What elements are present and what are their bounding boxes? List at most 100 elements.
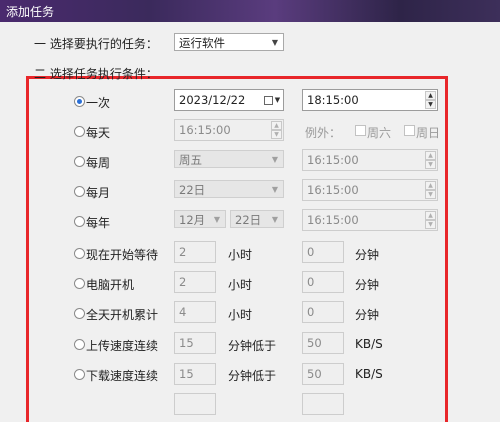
- weekly-day-value: 周五: [179, 153, 202, 167]
- radio-boot[interactable]: [74, 278, 85, 289]
- spin-up-icon[interactable]: ▲: [271, 121, 282, 130]
- yearly-month-value: 12月: [179, 213, 206, 227]
- uptime-minutes-value: 0: [307, 305, 315, 319]
- weekly-day-dropdown[interactable]: 周五 ▼: [174, 150, 284, 168]
- yearly-month-dropdown[interactable]: 12月 ▼: [174, 210, 226, 228]
- radio-once-label: 一次: [86, 96, 111, 110]
- saturday-label: 周六: [367, 126, 392, 140]
- radio-monthly[interactable]: [74, 186, 85, 197]
- chevron-down-icon[interactable]: ▼: [267, 151, 283, 167]
- uptime-hours-field[interactable]: 4: [174, 301, 216, 323]
- daily-time-spinner[interactable]: ▲ ▼: [271, 121, 282, 139]
- once-time-spinner[interactable]: ▲ ▼: [425, 91, 436, 109]
- radio-download[interactable]: [74, 369, 85, 380]
- upload-minutes-value: 15: [179, 336, 194, 350]
- daily-time-value: 16:15:00: [179, 123, 231, 137]
- uptime-minutes-field[interactable]: 0: [302, 301, 344, 323]
- upload-minutes-field[interactable]: 15: [174, 332, 216, 354]
- wait-hours-unit: 小时: [228, 248, 253, 262]
- boot-minutes-value: 0: [307, 275, 315, 289]
- radio-wait[interactable]: [74, 248, 85, 259]
- checkbox-sunday[interactable]: [404, 125, 415, 136]
- spin-up-icon[interactable]: ▲: [425, 151, 436, 160]
- title-bar: 添加任务: [0, 0, 500, 22]
- upload-speed-field[interactable]: 50: [302, 332, 344, 354]
- yearly-day-dropdown[interactable]: 22日 ▼: [230, 210, 284, 228]
- chevron-down-icon[interactable]: ▼: [267, 181, 283, 197]
- once-date-value: 2023/12/22: [179, 93, 246, 107]
- radio-yearly[interactable]: [74, 216, 85, 227]
- radio-weekly[interactable]: [74, 156, 85, 167]
- monthly-time-field[interactable]: 16:15:00 ▲ ▼: [302, 179, 438, 201]
- radio-yearly-label: 每年: [86, 216, 111, 230]
- yearly-time-spinner[interactable]: ▲ ▼: [425, 211, 436, 229]
- chevron-down-icon[interactable]: ▼: [209, 211, 225, 227]
- once-date-field[interactable]: 2023/12/22 ▼: [174, 89, 284, 111]
- date-picker-button[interactable]: ▼: [261, 90, 283, 110]
- task-select-label: 一 选择要执行的任务：: [34, 37, 158, 51]
- radio-upload-label: 上传速度连续: [86, 339, 159, 353]
- window-title: 添加任务: [6, 5, 55, 19]
- yearly-time-field[interactable]: 16:15:00 ▲ ▼: [302, 209, 438, 231]
- except-label: 例外：: [305, 126, 342, 140]
- yearly-day-value: 22日: [235, 213, 262, 227]
- spin-down-icon[interactable]: ▼: [425, 100, 436, 109]
- radio-uptime-label: 全天开机累计: [86, 308, 159, 322]
- spin-up-icon[interactable]: ▲: [425, 91, 436, 100]
- wait-minutes-field[interactable]: 0: [302, 241, 344, 263]
- radio-once[interactable]: [74, 96, 85, 107]
- uptime-hours-unit: 小时: [228, 308, 253, 322]
- weekly-time-spinner[interactable]: ▲ ▼: [425, 151, 436, 169]
- radio-upload[interactable]: [74, 339, 85, 350]
- daily-time-field[interactable]: 16:15:00 ▲ ▼: [174, 119, 284, 141]
- spin-down-icon[interactable]: ▼: [271, 130, 282, 139]
- download-speed-value: 50: [307, 367, 322, 381]
- chevron-down-icon: ▼: [274, 96, 281, 104]
- radio-boot-label: 电脑开机: [86, 278, 135, 292]
- download-minutes-value: 15: [179, 367, 194, 381]
- upload-speed-value: 50: [307, 336, 322, 350]
- next-row-field-partial[interactable]: [174, 393, 216, 415]
- yearly-time-value: 16:15:00: [307, 213, 359, 227]
- dialog-body: 一 选择要执行的任务： 运行软件 ▼ 二 选择任务执行条件： 一次 2023/1…: [0, 22, 500, 422]
- once-time-value: 18:15:00: [307, 93, 359, 107]
- monthly-time-value: 16:15:00: [307, 183, 359, 197]
- spin-up-icon[interactable]: ▲: [425, 211, 436, 220]
- spin-down-icon[interactable]: ▼: [425, 190, 436, 199]
- boot-hours-value: 2: [179, 275, 187, 289]
- download-speed-field[interactable]: 50: [302, 363, 344, 385]
- uptime-hours-value: 4: [179, 305, 187, 319]
- boot-minutes-field[interactable]: 0: [302, 271, 344, 293]
- weekly-time-value: 16:15:00: [307, 153, 359, 167]
- wait-minutes-unit: 分钟: [355, 248, 380, 262]
- conditions-label: 二 选择任务执行条件：: [34, 67, 158, 81]
- chevron-down-icon[interactable]: ▼: [267, 211, 283, 227]
- monthly-day-value: 22日: [179, 183, 206, 197]
- spin-down-icon[interactable]: ▼: [425, 160, 436, 169]
- radio-daily[interactable]: [74, 126, 85, 137]
- wait-minutes-value: 0: [307, 245, 315, 259]
- task-select-value: 运行软件: [179, 36, 225, 50]
- upload-minutes-unit: 分钟低于: [228, 339, 277, 353]
- weekly-time-field[interactable]: 16:15:00 ▲ ▼: [302, 149, 438, 171]
- boot-minutes-unit: 分钟: [355, 278, 380, 292]
- calendar-icon: [263, 95, 273, 105]
- download-minutes-field[interactable]: 15: [174, 363, 216, 385]
- task-select-dropdown[interactable]: 运行软件 ▼: [174, 33, 284, 51]
- boot-hours-field[interactable]: 2: [174, 271, 216, 293]
- checkbox-saturday[interactable]: [355, 125, 366, 136]
- spin-down-icon[interactable]: ▼: [425, 220, 436, 229]
- radio-download-label: 下载速度连续: [86, 369, 159, 383]
- spin-up-icon[interactable]: ▲: [425, 181, 436, 190]
- monthly-time-spinner[interactable]: ▲ ▼: [425, 181, 436, 199]
- boot-hours-unit: 小时: [228, 278, 253, 292]
- upload-speed-unit: KB/S: [355, 337, 383, 351]
- monthly-day-dropdown[interactable]: 22日 ▼: [174, 180, 284, 198]
- chevron-down-icon[interactable]: ▼: [267, 34, 283, 50]
- download-minutes-unit: 分钟低于: [228, 369, 277, 383]
- once-time-field[interactable]: 18:15:00 ▲ ▼: [302, 89, 438, 111]
- download-speed-unit: KB/S: [355, 367, 383, 381]
- wait-hours-field[interactable]: 2: [174, 241, 216, 263]
- radio-uptime[interactable]: [74, 308, 85, 319]
- next-row-field-partial-2[interactable]: [302, 393, 344, 415]
